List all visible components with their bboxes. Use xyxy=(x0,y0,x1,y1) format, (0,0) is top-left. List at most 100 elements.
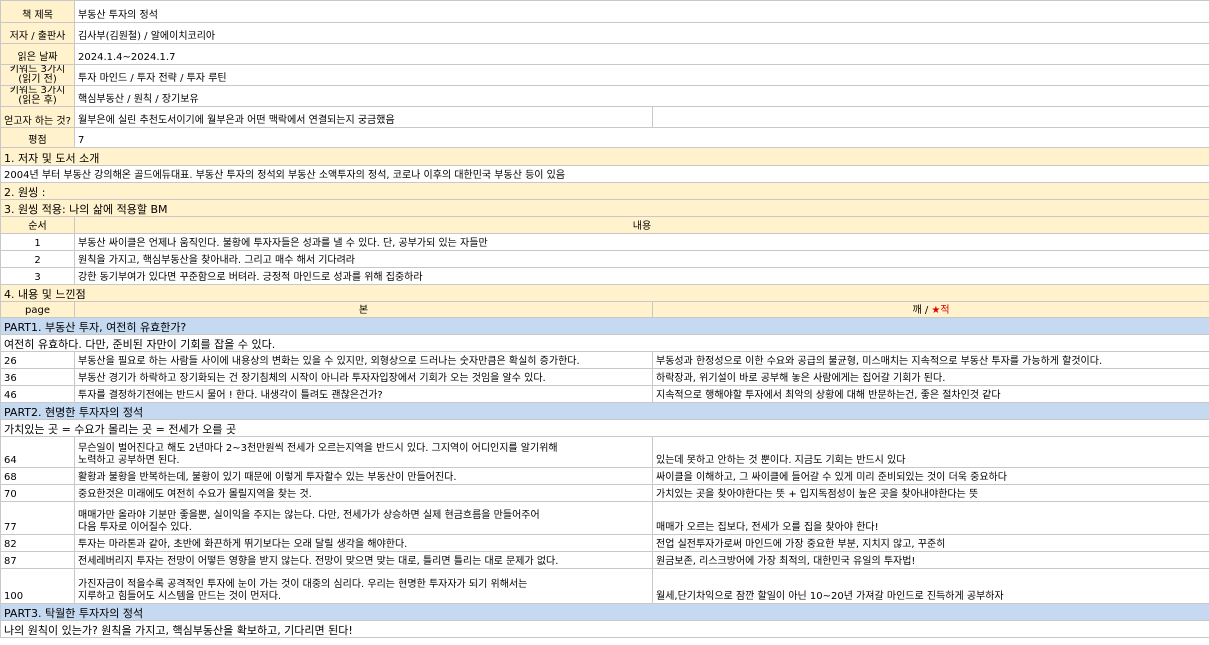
note-row: 64 무슨일이 벌어진다고 해도 2년마다 2~3천만원씩 전세가 오르는지역을… xyxy=(0,436,1209,468)
part2-subtitle[interactable]: 가치있는 곳 = 수요가 몰리는 곳 = 전세가 오를 곳 xyxy=(0,419,1209,437)
part1-subtitle-row: 여전히 유효하다. 다만, 준비된 자만이 기회를 잡을 수 있다. xyxy=(0,334,1209,352)
rating-label: 평점 xyxy=(0,127,75,148)
row-rating: 평점 7 xyxy=(0,127,1209,148)
note-row: 46 투자를 결정하기전에는 반드시 물어 ! 한다. 내생각이 틀려도 괜찮은… xyxy=(0,385,1209,403)
want-value-empty[interactable] xyxy=(652,106,1209,128)
note-page[interactable]: 64 xyxy=(0,436,75,468)
note-bon-line: 다음 투자로 이어질수 있다. xyxy=(78,522,192,533)
note-kkae[interactable]: 전업 실전투자가로써 마인드에 가장 중요한 부분, 지치지 않고, 꾸준히 xyxy=(652,534,1209,552)
star-icon: ★ xyxy=(931,305,941,316)
bm-row: 2 원칙을 가지고, 핵심부동산을 찾아내라. 그리고 매수 해서 기다려라 xyxy=(0,250,1209,268)
note-page[interactable]: 70 xyxy=(0,484,75,502)
bm-row: 1 부동산 싸이클은 언제나 움직인다. 불황에 투자자들은 성과를 낼 수 있… xyxy=(0,233,1209,251)
note-row: 26 부동산을 필요로 하는 사람들 사이에 내용상의 변화는 있을 수 있지만… xyxy=(0,351,1209,369)
bm-order[interactable]: 2 xyxy=(0,250,75,268)
note-bon[interactable]: 중요한것은 미래에도 여전히 수요가 몰릴지역을 찾는 것. xyxy=(74,484,653,502)
section-2-header: 2. 원씽 : xyxy=(0,182,1209,200)
section-1-row: 2004년 부터 부동산 강의해온 골드에듀대표. 부동산 투자의 정석외 부동… xyxy=(0,165,1209,183)
bm-order[interactable]: 1 xyxy=(0,233,75,251)
row-author: 저자 / 출판사 김사부(김원철) / 알에이치코리아 xyxy=(0,22,1209,44)
date-label: 읽은 날짜 xyxy=(0,43,75,65)
keywords-before-label: 키워드 3가지 (읽기 전) xyxy=(0,64,75,86)
row-date: 읽은 날짜 2024.1.4~2024.1.7 xyxy=(0,43,1209,65)
note-kkae[interactable]: 싸이클을 이해하고, 그 싸이클에 들어갈 수 있게 미리 준비되있는 것이 더… xyxy=(652,467,1209,485)
note-bon[interactable]: 전세레버리지 투자는 전망이 어떻든 영향을 받지 않는다. 전망이 맞으면 맞… xyxy=(74,551,653,569)
section-2-title[interactable]: 2. 원씽 : xyxy=(0,182,1209,200)
part1-title[interactable]: PART1. 부동산 투자, 여전히 유효한가? xyxy=(0,317,1209,335)
keywords-after-label: 키워드 3가지 (읽은 후) xyxy=(0,85,75,107)
want-value[interactable]: 월부은에 실린 추천도서이기에 월부은과 어떤 맥락에서 연결되는지 궁금했음 xyxy=(74,106,653,128)
note-bon[interactable]: 부동산 경기가 하락하고 장기화되는 건 장기침체의 시작이 아니라 투자자입장… xyxy=(74,368,653,386)
section-3-header: 3. 원씽 적용: 나의 삶에 적용할 BM xyxy=(0,199,1209,217)
note-row: 70 중요한것은 미래에도 여전히 수요가 몰릴지역을 찾는 것. 가치있는 곳… xyxy=(0,484,1209,502)
note-kkae[interactable]: 가치있는 곳을 찾아야한다는 뜻 + 입지독점성이 높은 곳을 찾아내야한다는 … xyxy=(652,484,1209,502)
bm-row: 3 강한 동기부여가 있다면 꾸준함으로 버텨라. 긍정적 마인드로 성과를 위… xyxy=(0,267,1209,285)
note-row: 36 부동산 경기가 하락하고 장기화되는 건 장기침체의 시작이 아니라 투자… xyxy=(0,368,1209,386)
part3-subtitle-row: 나의 원칙이 있는가? 원칙을 가지고, 핵심부동산을 확보하고, 기다리면 된… xyxy=(0,620,1209,638)
note-bon-line: 매매가만 올라야 기분만 좋을뿐, 실이익을 주지는 않는다. 다만, 전세가가… xyxy=(78,510,540,521)
row-keywords-after: 키워드 3가지 (읽은 후) 핵심부동산 / 원칙 / 장기보유 xyxy=(0,85,1209,107)
part3-header: PART3. 탁월한 투자자의 정석 xyxy=(0,603,1209,621)
author-value[interactable]: 김사부(김원철) / 알에이치코리아 xyxy=(74,22,1209,44)
note-page[interactable]: 87 xyxy=(0,551,75,569)
part3-subtitle[interactable]: 나의 원칙이 있는가? 원칙을 가지고, 핵심부동산을 확보하고, 기다리면 된… xyxy=(0,620,1209,638)
note-page[interactable]: 77 xyxy=(0,501,75,535)
note-page[interactable]: 26 xyxy=(0,351,75,369)
note-bon[interactable]: 활황과 불황을 반복하는데, 불황이 있기 때문에 이렇게 투자할수 있는 부동… xyxy=(74,467,653,485)
rating-value[interactable]: 7 xyxy=(74,127,1209,148)
note-bon-line: 노력하고 공부하면 된다. xyxy=(78,455,180,466)
note-bon-line: 무슨일이 벌어진다고 해도 2년마다 2~3천만원씩 전세가 오르는지역을 반드… xyxy=(78,443,558,454)
col-kkae-header[interactable]: 깨 / ★적 xyxy=(652,301,1209,318)
keywords-after-value[interactable]: 핵심부동산 / 원칙 / 장기보유 xyxy=(74,85,1209,107)
note-bon[interactable]: 투자는 마라톤과 같아, 초반에 화끈하게 뛰기보다는 오래 달릴 생각을 해야… xyxy=(74,534,653,552)
bm-text[interactable]: 원칙을 가지고, 핵심부동산을 찾아내라. 그리고 매수 해서 기다려라 xyxy=(74,250,1209,268)
section-1-text[interactable]: 2004년 부터 부동산 강의해온 골드에듀대표. 부동산 투자의 정석외 부동… xyxy=(0,165,1209,183)
note-kkae[interactable]: 지속적으로 행해야할 투자에서 최악의 상황에 대해 반문하는건, 좋은 절차인… xyxy=(652,385,1209,403)
note-bon[interactable]: 무슨일이 벌어진다고 해도 2년마다 2~3천만원씩 전세가 오르는지역을 반드… xyxy=(74,436,653,468)
kkae-label: 깨 / xyxy=(912,305,932,316)
spreadsheet: 책 제목 부동산 투자의 정석 저자 / 출판사 김사부(김원철) / 알에이치… xyxy=(0,0,1209,638)
col-content-header[interactable]: 내용 xyxy=(74,216,1209,234)
note-kkae[interactable]: 매매가 오르는 집보다, 전세가 오를 집을 찾아야 한다! xyxy=(652,501,1209,535)
note-bon-line: 가진자금이 적을수록 공격적인 투자에 눈이 가는 것이 대중의 심리다. 우리… xyxy=(78,579,528,590)
part2-subtitle-row: 가치있는 곳 = 수요가 몰리는 곳 = 전세가 오를 곳 xyxy=(0,419,1209,437)
author-label: 저자 / 출판사 xyxy=(0,22,75,44)
note-page[interactable]: 36 xyxy=(0,368,75,386)
section-1-header: 1. 저자 및 도서 소개 xyxy=(0,147,1209,166)
row-title: 책 제목 부동산 투자의 정석 xyxy=(0,0,1209,23)
bm-order[interactable]: 3 xyxy=(0,267,75,285)
col-bon-header[interactable]: 본 xyxy=(74,301,653,318)
note-bon[interactable]: 매매가만 올라야 기분만 좋을뿐, 실이익을 주지는 않는다. 다만, 전세가가… xyxy=(74,501,653,535)
section-4-column-header: page 본 깨 / ★적 xyxy=(0,301,1209,318)
note-page[interactable]: 46 xyxy=(0,385,75,403)
keywords-before-value[interactable]: 투자 마인드 / 투자 전략 / 투자 루틴 xyxy=(74,64,1209,86)
section-1-title[interactable]: 1. 저자 및 도서 소개 xyxy=(0,147,1209,166)
note-kkae[interactable]: 원금보존, 리스크방어에 가장 최적의, 대한민국 유일의 투자법! xyxy=(652,551,1209,569)
note-bon-line: 지루하고 힘들어도 시스템을 만드는 것이 먼저다. xyxy=(78,591,282,602)
note-page[interactable]: 100 xyxy=(0,568,75,604)
note-bon[interactable]: 투자를 결정하기전에는 반드시 물어 ! 한다. 내생각이 틀려도 괜찮은건가? xyxy=(74,385,653,403)
note-bon[interactable]: 가진자금이 적을수록 공격적인 투자에 눈이 가는 것이 대중의 심리다. 우리… xyxy=(74,568,653,604)
note-kkae[interactable]: 부동성과 한정성으로 이한 수요와 공급의 불균형, 미스매치는 지속적으로 부… xyxy=(652,351,1209,369)
note-kkae[interactable]: 하락장과, 위기설이 바로 공부해 놓은 사람에게는 집어갈 기회가 된다. xyxy=(652,368,1209,386)
part2-title[interactable]: PART2. 현명한 투자자의 정석 xyxy=(0,402,1209,420)
part1-subtitle[interactable]: 여전히 유효하다. 다만, 준비된 자만이 기회를 잡을 수 있다. xyxy=(0,334,1209,352)
section-3-title[interactable]: 3. 원씽 적용: 나의 삶에 적용할 BM xyxy=(0,199,1209,217)
col-page-header[interactable]: page xyxy=(0,301,75,318)
note-kkae[interactable]: 있는데 못하고 안하는 것 뿐이다. 지금도 기회는 반드시 있다 xyxy=(652,436,1209,468)
note-page[interactable]: 82 xyxy=(0,534,75,552)
title-value[interactable]: 부동산 투자의 정석 xyxy=(74,0,1209,23)
note-bon[interactable]: 부동산을 필요로 하는 사람들 사이에 내용상의 변화는 있을 수 있지만, 외… xyxy=(74,351,653,369)
note-row: 82 투자는 마라톤과 같아, 초반에 화끈하게 뛰기보다는 오래 달릴 생각을… xyxy=(0,534,1209,552)
note-kkae[interactable]: 월세,단기차익으로 잠깐 할일이 아닌 10~20년 가져갈 마인드로 진득하게… xyxy=(652,568,1209,604)
note-page[interactable]: 68 xyxy=(0,467,75,485)
part2-header: PART2. 현명한 투자자의 정석 xyxy=(0,402,1209,420)
col-order-header[interactable]: 순서 xyxy=(0,216,75,234)
section-4-title[interactable]: 4. 내용 및 느낀점 xyxy=(0,284,1209,302)
note-row: 100 가진자금이 적을수록 공격적인 투자에 눈이 가는 것이 대중의 심리다… xyxy=(0,568,1209,604)
jeok-label: 적 xyxy=(940,305,950,316)
bm-text[interactable]: 강한 동기부여가 있다면 꾸준함으로 버텨라. 긍정적 마인드로 성과를 위해 … xyxy=(74,267,1209,285)
date-value[interactable]: 2024.1.4~2024.1.7 xyxy=(74,43,1209,65)
bm-text[interactable]: 부동산 싸이클은 언제나 움직인다. 불황에 투자자들은 성과를 낼 수 있다.… xyxy=(74,233,1209,251)
part3-title[interactable]: PART3. 탁월한 투자자의 정석 xyxy=(0,603,1209,621)
